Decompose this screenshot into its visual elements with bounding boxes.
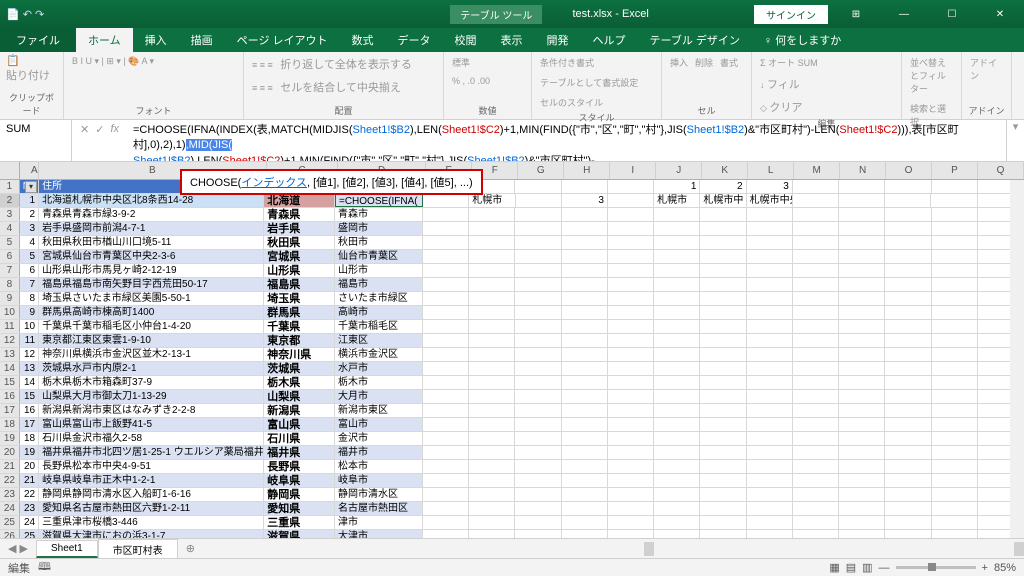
formula-input[interactable]: =CHOOSE(IFNA(INDEX(表,MATCH(MIDJIS(Sheet1…: [127, 120, 1006, 161]
minimize-icon[interactable]: —: [884, 0, 924, 28]
table-row[interactable]: 11 10 千葉県千葉市稲毛区小仲台1-4-20 千葉県 千葉市稲毛区: [0, 320, 1024, 334]
zoom-level[interactable]: 85%: [994, 562, 1016, 574]
table-row[interactable]: 4 3 岩手県盛岡市前潟4-7-1 岩手県 盛岡市: [0, 222, 1024, 236]
tab-review[interactable]: 校閲: [443, 28, 489, 52]
name-box[interactable]: [0, 120, 72, 161]
table-row[interactable]: 8 7 福島県福島市南矢野目字西荒田50-17 福島県 福島市: [0, 278, 1024, 292]
maximize-icon[interactable]: ☐: [932, 0, 972, 28]
tab-data[interactable]: データ: [386, 28, 443, 52]
table-row[interactable]: 9 8 埼玉県さいたま市緑区美園5-50-1 埼玉県 さいたま市緑区: [0, 292, 1024, 306]
add-sheet-icon[interactable]: ⊕: [178, 542, 203, 555]
horizontal-scrollbar[interactable]: [644, 542, 1024, 556]
fx-icon[interactable]: fx: [110, 123, 119, 135]
tab-dev[interactable]: 開発: [535, 28, 581, 52]
table-row[interactable]: 25 24 三重県津市桜橋3-446 三重県 津市: [0, 516, 1024, 530]
cancel-icon[interactable]: ✕: [80, 123, 89, 136]
table-row[interactable]: 22 21 岐阜県岐阜市正木中1-2-1 岐阜県 岐阜市: [0, 474, 1024, 488]
table-row[interactable]: 24 23 愛知県名古屋市熱田区六野1-2-11 愛知県 名古屋市熱田区: [0, 502, 1024, 516]
table-row[interactable]: 21 20 長野県松本市中央4-9-51 長野県 松本市: [0, 460, 1024, 474]
table-row[interactable]: 18 17 富山県富山市上飯野41-5 富山県 富山市: [0, 418, 1024, 432]
tab-file[interactable]: ファイル: [0, 28, 76, 52]
table-row[interactable]: 12 11 東京都江東区東雲1-9-10 東京都 江東区: [0, 334, 1024, 348]
title-tools: テーブル ツール: [450, 5, 542, 24]
tab-layout[interactable]: ページ レイアウト: [225, 28, 340, 52]
tab-design[interactable]: テーブル デザイン: [638, 28, 752, 52]
th-no[interactable]: No▾: [20, 180, 39, 193]
tab-help[interactable]: ヘルプ: [581, 28, 638, 52]
status-mode: 編集: [8, 560, 30, 576]
formula-bar: ✕ ✓ fx =CHOOSE(IFNA(INDEX(表,MATCH(MIDJIS(S…: [0, 120, 1024, 162]
table-row[interactable]: 5 4 秋田県秋田市楢山川口境5-11 秋田県 秋田市: [0, 236, 1024, 250]
grid[interactable]: 1 No▾ 住所▾ 都道府県抜きだし▾ 市区町村抜き出し▾ 1 2 3 2 1 …: [0, 180, 1024, 558]
table-row[interactable]: 23 22 静岡県静岡市清水区入船町1-6-16 静岡県 静岡市清水区: [0, 488, 1024, 502]
paste-button[interactable]: 📋貼り付け: [6, 54, 50, 83]
enter-icon[interactable]: ✓: [95, 123, 104, 136]
table-row[interactable]: 17 16 新潟県新潟市東区はなみずき2-2-8 新潟県 新潟市東区: [0, 404, 1024, 418]
tab-insert[interactable]: 挿入: [133, 28, 179, 52]
zoom-out-icon[interactable]: —: [879, 562, 890, 574]
sheet-tab-1[interactable]: Sheet1: [36, 540, 98, 558]
ribbon-options-icon[interactable]: ⊞: [836, 0, 876, 28]
tab-view[interactable]: 表示: [489, 28, 535, 52]
table-row[interactable]: 7 6 山形県山形市馬見ヶ崎2-12-19 山形県 山形市: [0, 264, 1024, 278]
table-row[interactable]: 19 18 石川県金沢市福久2-58 石川県 金沢市: [0, 432, 1024, 446]
sheet-tab-2[interactable]: 市区町村表: [98, 539, 178, 559]
cond-format[interactable]: 条件付き書式: [538, 54, 596, 71]
table-row[interactable]: 2 1 北海道札幌市中央区北8条西14-28 北海道 =CHOOSE(IFNA(…: [0, 194, 1024, 208]
title-text: test.xlsx - Excel: [572, 8, 648, 20]
column-headers: A B C D E F G H I J K L M N O P Q: [0, 162, 1024, 180]
tab-home[interactable]: ホーム: [76, 28, 133, 52]
vertical-scrollbar[interactable]: [1010, 180, 1024, 538]
sheet-nav[interactable]: ◀ ▶: [0, 542, 36, 555]
sheet-tabs: ◀ ▶ Sheet1 市区町村表 ⊕: [0, 538, 1024, 558]
tooltip-link[interactable]: インデックス: [241, 177, 307, 189]
zoom-slider[interactable]: [896, 566, 976, 569]
view-normal-icon[interactable]: ▦: [829, 561, 839, 574]
view-break-icon[interactable]: ▥: [862, 561, 872, 574]
view-layout-icon[interactable]: ▤: [846, 561, 856, 574]
qat[interactable]: 📄 ↶ ↷: [0, 8, 50, 21]
expand-formula-icon[interactable]: ▾: [1006, 120, 1024, 161]
formula-tooltip: CHOOSE(インデックス, [値1], [値2], [値3], [値4], […: [180, 169, 483, 195]
table-row[interactable]: 20 19 福井県福井市北四ツ居1-25-1 ウエルシア薬局福井北四ツ居店内 福…: [0, 446, 1024, 460]
ribbon: 📋貼り付けクリップボード B I U ▾ | ⊞ ▾ | 🎨 A ▾フォント ≡…: [0, 52, 1024, 120]
table-row[interactable]: 3 2 青森県青森市緑3-9-2 青森県 青森市: [0, 208, 1024, 222]
status-bar: 編集 🕮 ▦ ▤ ▥ — + 85%: [0, 558, 1024, 576]
select-all[interactable]: [0, 162, 20, 179]
table-row[interactable]: 13 12 神奈川県横浜市金沢区並木2-13-1 神奈川県 横浜市金沢区: [0, 348, 1024, 362]
tab-draw[interactable]: 描画: [179, 28, 225, 52]
zoom-in-icon[interactable]: +: [982, 562, 988, 574]
table-row[interactable]: 14 13 茨城県水戸市内原2-1 茨城県 水戸市: [0, 362, 1024, 376]
title-bar: 📄 ↶ ↷ テーブル ツール test.xlsx - Excel サインイン ⊞…: [0, 0, 1024, 28]
tell-me[interactable]: ♀ 何をしますか: [752, 28, 853, 52]
menu-bar: ファイル ホーム 挿入 描画 ページ レイアウト 数式 データ 校閲 表示 開発…: [0, 28, 1024, 52]
table-row[interactable]: 10 9 群馬県高崎市棟高町1400 群馬県 高崎市: [0, 306, 1024, 320]
table-row[interactable]: 15 14 栃木県栃木市箱森町37-9 栃木県 栃木市: [0, 376, 1024, 390]
close-icon[interactable]: ✕: [980, 0, 1020, 28]
tab-formulas[interactable]: 数式: [340, 28, 386, 52]
table-row[interactable]: 16 15 山梨県大月市御太刀1-13-29 山梨県 大月市: [0, 390, 1024, 404]
signin-button[interactable]: サインイン: [754, 5, 828, 24]
table-row[interactable]: 6 5 宮城県仙台市青葉区中央2-3-6 宮城県 仙台市青葉区: [0, 250, 1024, 264]
